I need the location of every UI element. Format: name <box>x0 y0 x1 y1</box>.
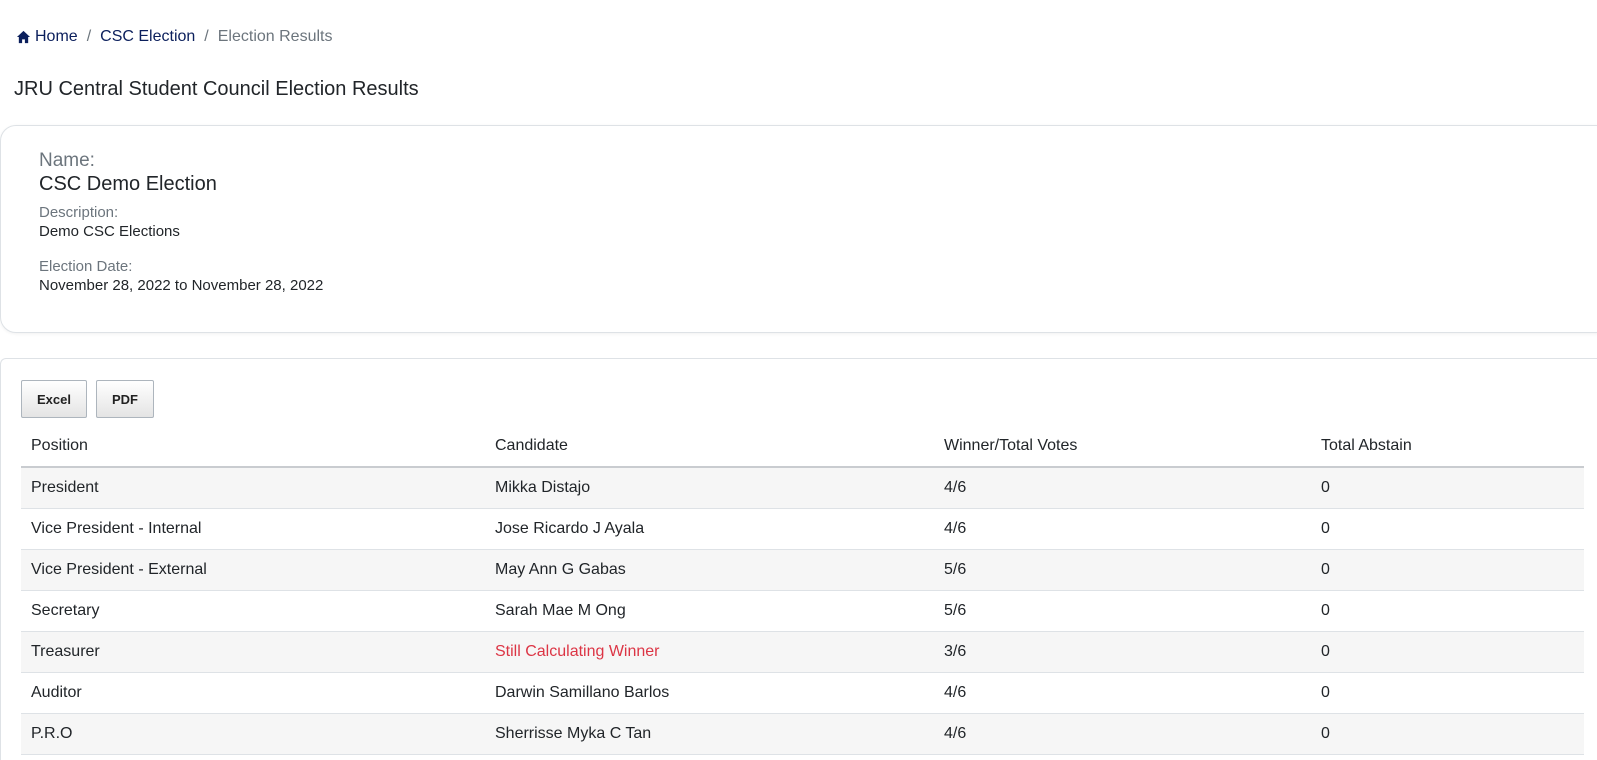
export-excel-button[interactable]: Excel <box>21 380 87 418</box>
cell-candidate: Darwin Samillano Barlos <box>485 672 934 714</box>
breadcrumb-current: Election Results <box>217 28 333 45</box>
cell-candidate: Mikka Distajo <box>485 467 934 509</box>
cell-votes: 5/6 <box>934 549 1311 591</box>
cell-votes: 4/6 <box>934 672 1311 714</box>
table-row: Auditor Darwin Samillano Barlos 4/6 0 <box>21 672 1584 714</box>
column-header-candidate[interactable]: Candidate <box>485 425 934 468</box>
cell-abstain: 0 <box>1311 672 1584 714</box>
cell-candidate: May Ann G Gabas <box>485 549 934 591</box>
breadcrumb-home-label: Home <box>35 28 78 45</box>
cell-position: Auditor <box>21 672 485 714</box>
election-description: Demo CSC Elections <box>39 223 180 240</box>
cell-abstain: 0 <box>1311 590 1584 632</box>
election-info-card <box>0 125 1597 333</box>
export-pdf-button[interactable]: PDF <box>96 380 154 418</box>
cell-position: P.R.O <box>21 713 485 755</box>
cell-candidate: Sherrisse Myka C Tan <box>485 713 934 755</box>
cell-position: President <box>21 467 485 509</box>
breadcrumb-home-link[interactable]: Home <box>16 28 78 46</box>
page-title: JRU Central Student Council Election Res… <box>14 78 419 100</box>
cell-votes: 4/6 <box>934 508 1311 550</box>
cell-position: Vice President - Internal <box>21 508 485 550</box>
election-name-label: Name: <box>39 150 95 171</box>
cell-position: Treasurer <box>21 631 485 673</box>
home-icon <box>16 30 31 44</box>
election-description-label: Description: <box>39 204 119 221</box>
cell-votes: 3/6 <box>934 631 1311 673</box>
column-header-votes[interactable]: Winner/Total Votes <box>934 425 1311 468</box>
cell-abstain: 0 <box>1311 631 1584 673</box>
breadcrumb-election-link[interactable]: CSC Election <box>100 28 195 46</box>
breadcrumb-separator: / <box>86 28 92 45</box>
table-row: Vice President - External May Ann G Gaba… <box>21 549 1584 591</box>
breadcrumb: Home / CSC Election / Election Results <box>16 28 332 46</box>
cell-abstain: 0 <box>1311 713 1584 755</box>
cell-abstain: 0 <box>1311 467 1584 509</box>
election-date-label: Election Date: <box>39 258 133 275</box>
table-header-row: Position Candidate Winner/Total Votes To… <box>21 425 1584 468</box>
cell-votes: 4/6 <box>934 467 1311 509</box>
cell-abstain: 0 <box>1311 549 1584 591</box>
cell-position: Secretary <box>21 590 485 632</box>
cell-candidate: Sarah Mae M Ong <box>485 590 934 632</box>
column-header-abstain[interactable]: Total Abstain <box>1311 425 1584 468</box>
table-row: Vice President - Internal Jose Ricardo J… <box>21 508 1584 550</box>
cell-position: Vice President - External <box>21 549 485 591</box>
table-row: Secretary Sarah Mae M Ong 5/6 0 <box>21 590 1584 632</box>
cell-abstain: 0 <box>1311 508 1584 550</box>
cell-votes: 5/6 <box>934 590 1311 632</box>
cell-candidate-pending: Still Calculating Winner <box>485 631 934 673</box>
table-row: Treasurer Still Calculating Winner 3/6 0 <box>21 631 1584 673</box>
column-header-position[interactable]: Position <box>21 425 485 468</box>
breadcrumb-separator: / <box>204 28 209 45</box>
election-name: CSC Demo Election <box>39 173 217 195</box>
election-date: November 28, 2022 to November 28, 2022 <box>39 277 324 294</box>
results-table: Position Candidate Winner/Total Votes To… <box>21 425 1584 755</box>
table-row: President Mikka Distajo 4/6 0 <box>21 467 1584 509</box>
cell-candidate: Jose Ricardo J Ayala <box>485 508 934 550</box>
table-row: P.R.O Sherrisse Myka C Tan 4/6 0 <box>21 713 1584 755</box>
cell-votes: 4/6 <box>934 713 1311 755</box>
